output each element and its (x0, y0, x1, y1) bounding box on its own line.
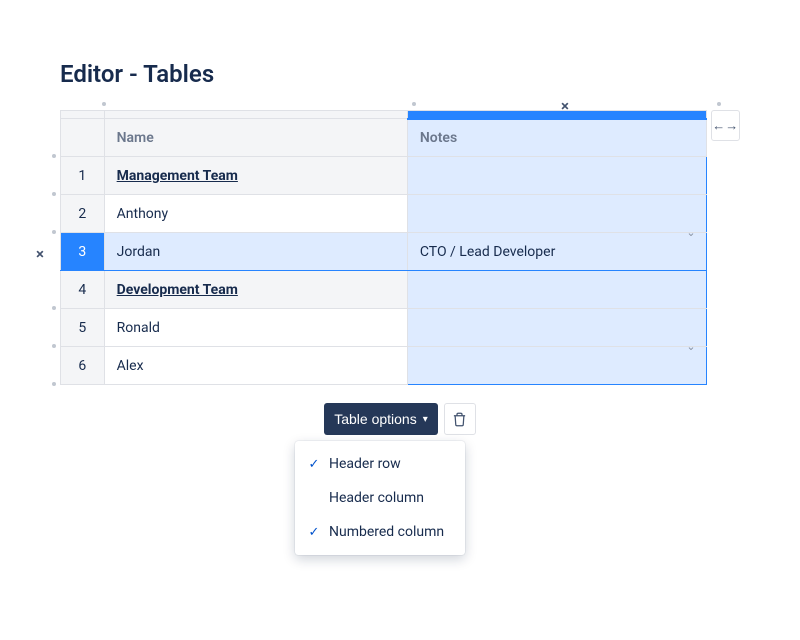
close-icon: × (36, 245, 44, 263)
delete-column-button[interactable]: × (556, 96, 574, 114)
editor-table[interactable]: Name Notes 1 Management Team 2 Anthony 3… (60, 110, 707, 385)
cell-name[interactable]: Anthony (104, 195, 407, 233)
cell-notes[interactable]: ⌄ (407, 347, 706, 385)
column-header-notes[interactable]: Notes (407, 119, 706, 157)
cell-notes[interactable] (407, 195, 706, 233)
chevron-down-icon: ▾ (423, 414, 428, 425)
cell-notes[interactable] (407, 271, 706, 309)
table-options-button[interactable]: Table options ▾ (324, 403, 438, 435)
cell-name[interactable]: Ronald (104, 309, 407, 347)
chevron-down-icon[interactable]: ⌄ (686, 340, 695, 353)
menu-header-row[interactable]: ✓ Header row (295, 447, 465, 481)
trash-icon (452, 412, 467, 427)
table-row[interactable]: 1 Management Team (61, 157, 707, 195)
table-row[interactable]: 3 Jordan CTO / Lead Developer ⌄ (61, 233, 707, 271)
close-icon: × (561, 97, 569, 115)
delete-row-button[interactable]: × (36, 244, 54, 262)
row-number[interactable]: 6 (61, 347, 105, 385)
cell-name[interactable]: Alex (104, 347, 407, 385)
row-number[interactable]: 2 (61, 195, 105, 233)
cell-name[interactable]: Development Team (104, 271, 407, 309)
page-title: Editor - Tables (60, 60, 740, 88)
expand-table-button[interactable]: ←→ (711, 110, 740, 141)
row-number[interactable]: 3 (61, 233, 105, 271)
cell-notes[interactable]: CTO / Lead Developer ⌄ (407, 233, 706, 271)
table-header-row: Name Notes (61, 119, 707, 157)
expand-horizontal-icon: ←→ (712, 118, 738, 134)
number-column-header[interactable] (61, 119, 105, 157)
column-resize-bar[interactable] (61, 111, 707, 119)
check-icon: ✓ (305, 457, 323, 472)
chevron-down-icon[interactable]: ⌄ (686, 226, 695, 239)
table-row[interactable]: 4 Development Team (61, 271, 707, 309)
table-options-menu: ✓ Header row Header column ✓ Numbered co… (295, 441, 465, 555)
column-header-name[interactable]: Name (104, 119, 407, 157)
table-row[interactable]: 6 Alex ⌄ (61, 347, 707, 385)
check-icon: ✓ (305, 525, 323, 540)
menu-numbered-column[interactable]: ✓ Numbered column (295, 515, 465, 549)
column-insert-dots (60, 100, 740, 110)
row-number[interactable]: 1 (61, 157, 105, 195)
cell-notes[interactable] (407, 157, 706, 195)
cell-name[interactable]: Jordan (104, 233, 407, 271)
menu-header-column[interactable]: Header column (295, 481, 465, 515)
delete-table-button[interactable] (444, 403, 476, 435)
cell-name[interactable]: Management Team (104, 157, 407, 195)
row-number[interactable]: 4 (61, 271, 105, 309)
table-row[interactable]: 2 Anthony (61, 195, 707, 233)
table-row[interactable]: 5 Ronald (61, 309, 707, 347)
row-number[interactable]: 5 (61, 309, 105, 347)
cell-notes[interactable] (407, 309, 706, 347)
